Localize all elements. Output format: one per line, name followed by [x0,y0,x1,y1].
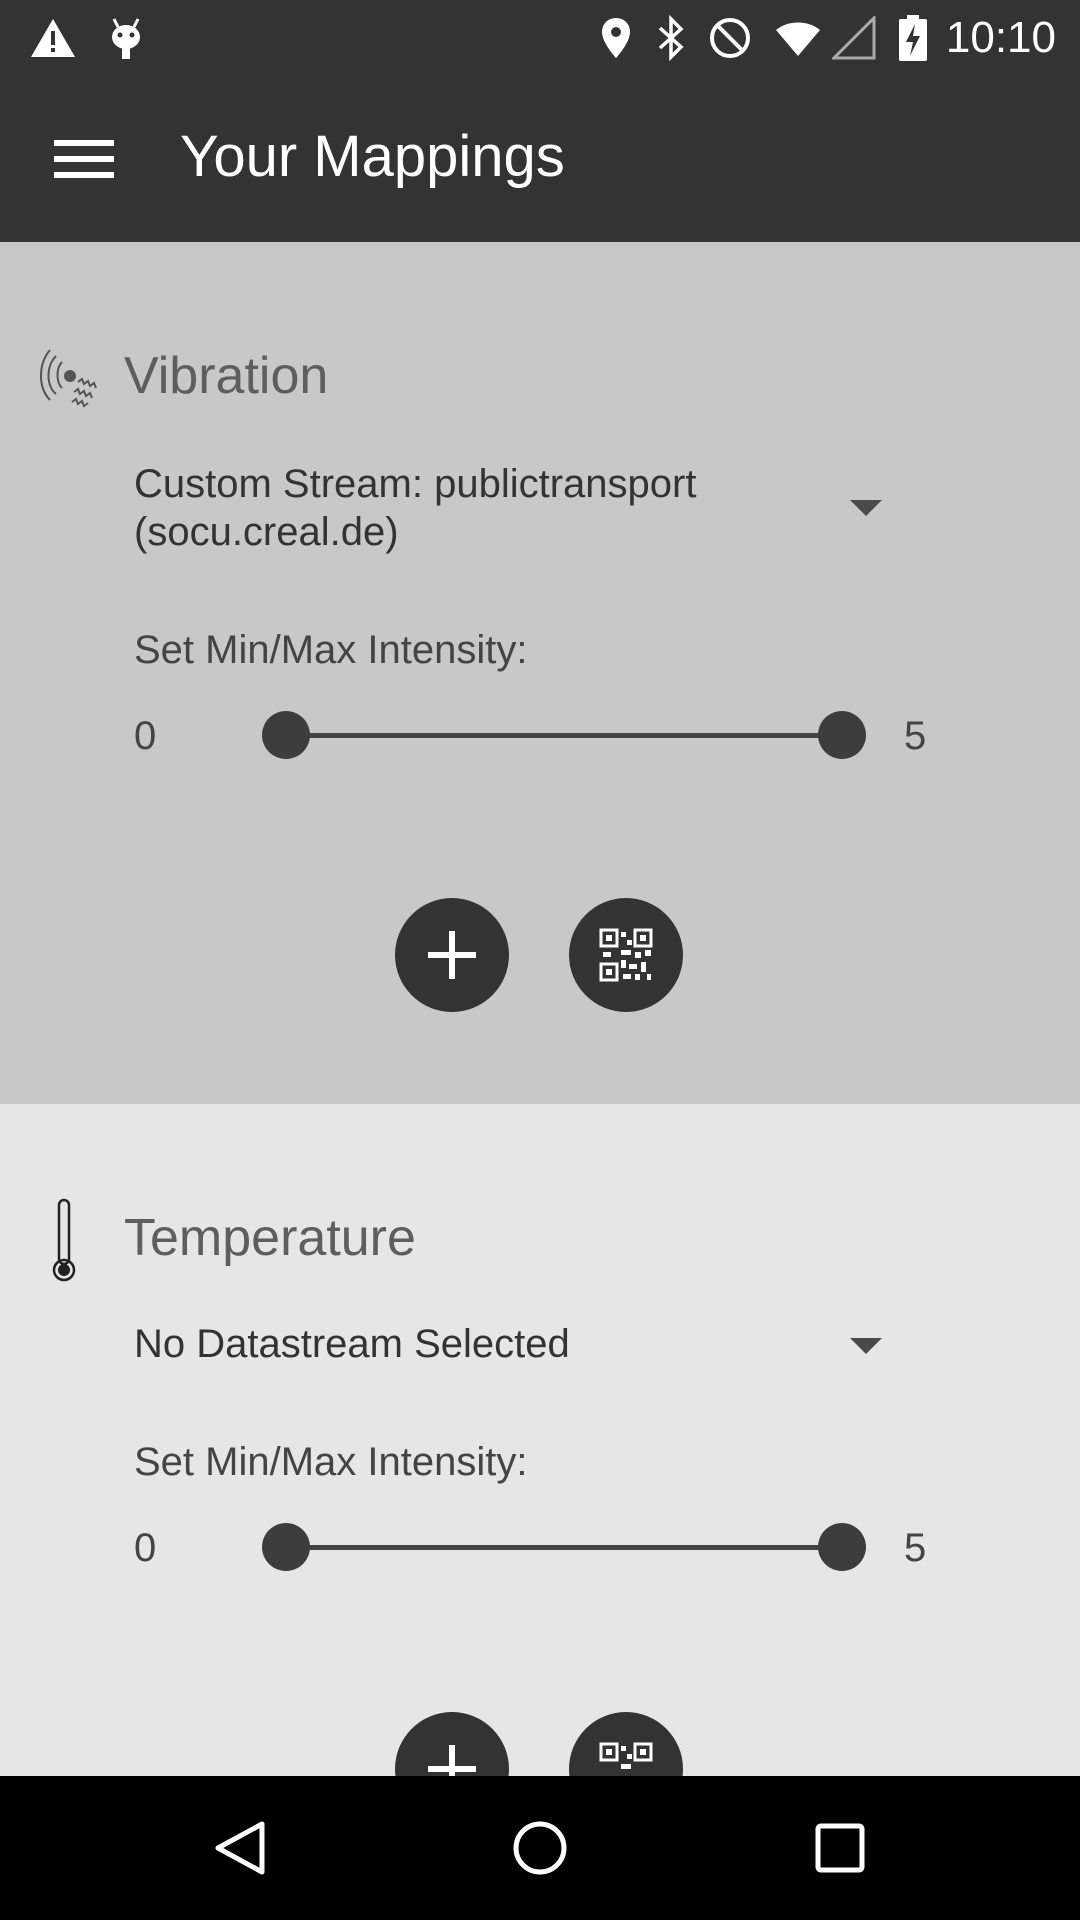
stream-selected-value: Custom Stream: publictransport (socu.cre… [134,462,697,554]
range-max-label: 5 [904,714,927,758]
signal-icon [830,12,878,64]
range-min-label: 0 [134,1526,157,1570]
dropdown-arrow-icon [850,1338,882,1354]
add-mapping-button[interactable] [395,898,509,1012]
bluetooth-icon [654,12,688,64]
back-icon[interactable] [200,1808,280,1888]
qr-code-icon [599,1742,653,1769]
battery-charging-icon [896,12,930,64]
recents-icon[interactable] [800,1808,880,1888]
status-bar: 10:10 [0,0,1080,76]
slider-thumb-min[interactable] [262,1523,310,1571]
intensity-range-slider[interactable] [262,1523,866,1573]
slider-track [286,1545,842,1550]
qr-code-icon [599,928,653,982]
plus-icon [428,1745,476,1776]
slider-thumb-min[interactable] [262,711,310,759]
wifi-icon [774,12,822,64]
range-min-label: 0 [134,714,157,758]
home-icon[interactable] [500,1808,580,1888]
section-title-temperature: Temperature [124,1209,416,1267]
add-mapping-button[interactable] [395,1712,509,1776]
stream-selected-value: No Datastream Selected [134,1322,570,1366]
plus-icon [428,931,476,979]
android-icon [104,12,148,64]
hamburger-menu-icon[interactable] [40,126,128,190]
scan-qr-button[interactable] [569,898,683,1012]
vibration-icon [34,342,114,422]
thermometer-icon [44,1196,94,1282]
page-title: Your Mappings [180,124,565,189]
do-not-disturb-icon [706,12,754,64]
dropdown-arrow-icon [850,500,882,516]
intensity-label: Set Min/Max Intensity: [134,628,528,672]
intensity-range-slider[interactable] [262,711,866,761]
scan-qr-button[interactable] [569,1712,683,1776]
status-time: 10:10 [945,13,1056,62]
app-bar: Your Mappings [0,76,1080,242]
intensity-label: Set Min/Max Intensity: [134,1440,528,1484]
warning-icon [28,12,78,64]
slider-thumb-max[interactable] [818,711,866,759]
location-icon [598,12,634,64]
section-title-vibration: Vibration [124,347,329,405]
mapping-card-temperature: Temperature No Datastream Selected Set M… [0,1104,1080,1776]
stream-dropdown-temperature[interactable]: No Datastream Selected [134,1320,914,1380]
slider-thumb-max[interactable] [818,1523,866,1571]
stream-dropdown-vibration[interactable]: Custom Stream: publictransport (socu.cre… [134,460,914,560]
range-max-label: 5 [904,1526,927,1570]
navigation-bar [0,1776,1080,1920]
mapping-card-vibration: Vibration Custom Stream: publictransport… [0,242,1080,1104]
slider-track [286,733,842,738]
